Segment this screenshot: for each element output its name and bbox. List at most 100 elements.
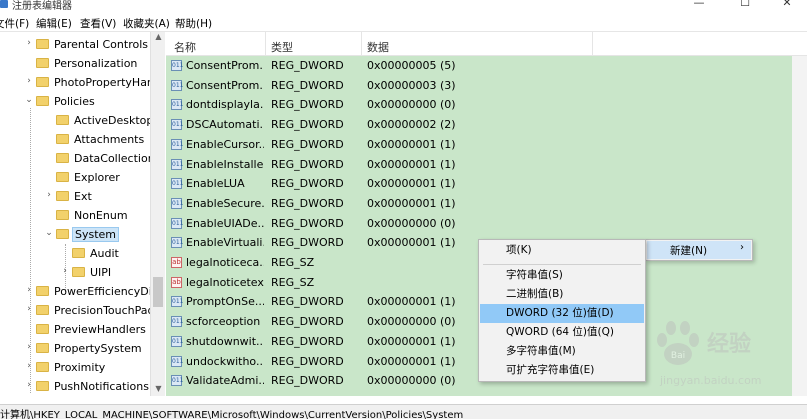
folder-icon	[36, 77, 49, 87]
cell-type: REG_DWORD	[271, 354, 344, 368]
tree-item-label[interactable]: DataCollection	[72, 152, 157, 165]
tree-item-label[interactable]: NonEnum	[72, 209, 130, 222]
tree-item-label[interactable]: Personalization	[52, 57, 139, 70]
close-button[interactable]: ✕	[772, 0, 802, 10]
tree-item-label[interactable]: Attachments	[72, 133, 146, 146]
cell-name: undockwitho...	[186, 354, 264, 368]
tree-item-label[interactable]: PowerEfficiencyDia	[52, 285, 161, 298]
submenu-item-string[interactable]: 字符串值(S)	[480, 266, 644, 285]
column-divider[interactable]	[265, 32, 266, 56]
cell-name: EnableLUA	[186, 177, 245, 191]
cell-name: scforceoption	[186, 315, 261, 329]
binary-value-icon: 011	[171, 335, 184, 347]
table-row[interactable]: 011 EnableUIADe... REG_DWORD 0x00000000 (0)	[166, 214, 807, 234]
chevron-right-icon[interactable]: ›	[44, 190, 54, 200]
menu-view[interactable]: 查看(V)	[80, 16, 116, 31]
scroll-up-arrow[interactable]: ▲	[151, 32, 166, 44]
cell-name: EnableVirtuali...	[186, 236, 264, 250]
cell-name: DSCAutomati...	[186, 118, 264, 132]
cell-name: dontdisplayla...	[186, 98, 264, 112]
cell-data: 0x00000005 (5)	[367, 59, 456, 72]
table-row[interactable]: 011EnableInstalle... REG_DWORD 0x00000001 …	[166, 155, 807, 175]
minimize-button[interactable]: —	[684, 0, 714, 10]
cell-type: REG_DWORD	[271, 98, 344, 112]
menu-help[interactable]: 帮助(H)	[175, 16, 212, 31]
column-divider[interactable]	[592, 32, 593, 56]
tree-item-label[interactable]: Parental Controls	[52, 38, 150, 51]
cell-data: 0x00000001 (1)	[367, 177, 456, 191]
folder-icon	[36, 305, 49, 315]
tree-item-label[interactable]: Policies	[52, 95, 97, 108]
tree-item-label[interactable]: Audit	[88, 247, 121, 260]
cell-data: 0x00000000 (0)	[367, 216, 456, 230]
table-row[interactable]: 011 EnableCursor... REG_DWORD 0x00000001 (1…	[166, 135, 807, 155]
submenu-item-binary[interactable]: 二进制值(B)	[480, 285, 644, 304]
list-scrollbar[interactable]	[792, 56, 807, 396]
chevron-right-icon[interactable]: ›	[24, 361, 34, 371]
new-item-label[interactable]: 新建(N)	[670, 243, 707, 258]
chevron-right-icon[interactable]: ›	[24, 342, 34, 352]
folder-icon	[72, 267, 85, 277]
tree-item-label[interactable]: Ext	[72, 190, 94, 203]
submenu-item-key[interactable]: 项(K)	[480, 241, 644, 260]
context-menu-new[interactable]: 新建(N) ›	[645, 239, 753, 261]
cell-type: REG_DWORD	[271, 295, 344, 309]
tree-item-label[interactable]: PreviewHandlers	[52, 323, 148, 336]
cell-name: ValidateAdmi...	[186, 374, 264, 388]
chevron-right-icon[interactable]: ›	[24, 76, 34, 86]
tree-scrollbar[interactable]: ▲ ▼	[150, 32, 165, 396]
table-row[interactable]: 011 dontdisplayla... REG_DWORD 0x00000000 (…	[166, 95, 807, 115]
column-name-header[interactable]: 名称	[174, 39, 196, 55]
cell-data: 0x00000001 (1)	[367, 354, 456, 368]
binary-value-icon: 011	[171, 316, 184, 328]
scroll-thumb[interactable]	[153, 277, 163, 307]
cell-type: REG_DWORD	[271, 216, 344, 230]
cell-name: EnableSecure...	[186, 196, 264, 210]
binary-value-icon: 011	[171, 99, 184, 111]
chevron-right-icon[interactable]: ›	[24, 304, 34, 314]
binary-value-icon: 011	[171, 60, 184, 71]
tree-item-label[interactable]: PushNotifications	[52, 380, 151, 393]
chevron-right-icon[interactable]: ›	[60, 266, 70, 276]
table-row[interactable]: 011 EnableLUA REG_DWORD 0x00000001 (1)	[166, 174, 807, 194]
maximize-button[interactable]: ☐	[730, 0, 760, 10]
cell-data: 0x00000000 (0)	[367, 315, 456, 329]
tree-item-label[interactable]: Explorer	[72, 171, 122, 184]
tree-item-label[interactable]: PhotoPropertyHan	[52, 76, 156, 89]
folder-icon	[36, 286, 49, 296]
folder-icon	[56, 115, 69, 125]
chevron-right-icon[interactable]: ›	[24, 38, 34, 48]
scroll-down-arrow[interactable]: ▼	[151, 384, 166, 396]
table-row[interactable]: 011 ConsentProm... REG_DWORD 0x00000003 (3)	[166, 76, 807, 96]
chevron-right-icon[interactable]: ›	[24, 285, 34, 295]
table-row[interactable]: 011 EnableSecure... REG_DWORD 0x00000001 (1…	[166, 194, 807, 214]
column-data-header[interactable]: 数据	[367, 39, 389, 55]
chevron-down-icon[interactable]: ⌄	[44, 228, 54, 238]
cell-data: 0x00000003 (3)	[367, 78, 456, 92]
tree-item-label[interactable]: Proximity	[52, 361, 107, 374]
tree-item-label[interactable]: PropertySystem	[52, 342, 144, 355]
menu-favorites[interactable]: 收藏夹(A)	[123, 16, 170, 31]
tree-item-label[interactable]: System	[72, 227, 120, 242]
menu-edit[interactable]: 编辑(E)	[36, 16, 72, 31]
table-row[interactable]: 011 ConsentProm... REG_DWORD 0x00000005 (5)	[166, 56, 807, 76]
binary-value-icon: 011	[171, 119, 184, 131]
watermark-url: jingyan.baidu.com	[660, 374, 762, 387]
folder-icon	[56, 153, 69, 163]
tree-item-label[interactable]: UIPI	[88, 266, 113, 279]
folder-icon	[56, 191, 69, 201]
menu-file[interactable]: 文件(F)	[0, 16, 29, 31]
cell-type: REG_DWORD	[271, 78, 344, 92]
chevron-right-icon[interactable]: ›	[24, 380, 34, 390]
cell-data: 0x00000001 (1)	[367, 137, 456, 151]
registry-key-tree: › Parental Controls Personalization › PhotoP…	[0, 32, 165, 396]
cell-data: 0x00000001 (1)	[367, 157, 456, 171]
cell-type: REG_DWORD	[271, 118, 344, 132]
column-type-header[interactable]: 类型	[271, 39, 293, 55]
table-row[interactable]: 011 DSCAutomati... REG_DWORD 0x00000002 (2)	[166, 115, 807, 135]
svg-text:Bai: Bai	[671, 351, 685, 361]
column-divider[interactable]	[361, 32, 362, 56]
tree-item-label[interactable]: PrecisionTouchPad	[52, 304, 157, 317]
tree-item-label[interactable]: ActiveDesktop	[72, 114, 155, 127]
chevron-down-icon[interactable]: ⌄	[24, 95, 34, 105]
